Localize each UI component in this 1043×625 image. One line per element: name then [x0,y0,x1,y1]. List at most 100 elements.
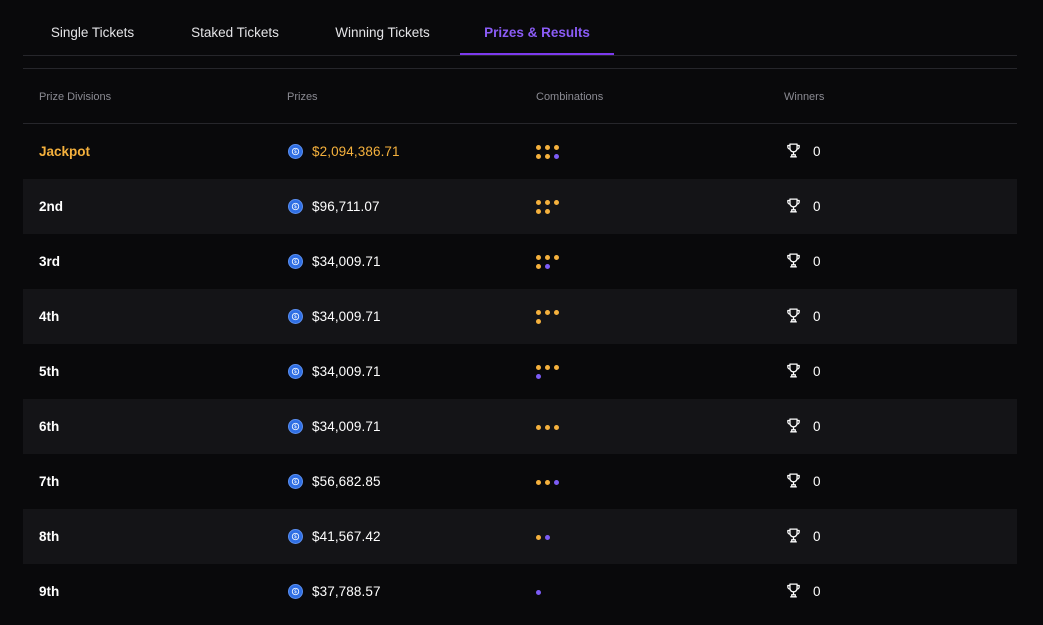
main-ball-dot [545,364,550,370]
table-row: 6th $ $34,009.71 0 [23,399,1017,454]
main-ball-dot [536,534,541,540]
main-ball-dot [536,254,541,260]
bonus-ball-dot [545,263,550,269]
combination-dots [536,362,566,382]
main-ball-dot [536,364,541,370]
usdc-coin-icon: $ [288,584,303,599]
trophy-icon [785,582,802,602]
prize-division: 8th [39,529,60,544]
prizes-results-page: Single Tickets Staked Tickets Winning Ti… [0,0,1043,625]
main-ball-dot [554,144,559,150]
table-row: 7th $ $56,682.85 0 [23,454,1017,509]
winners-count: 0 [813,474,821,489]
main-ball-dot [536,309,541,315]
main-ball-dot [545,144,550,150]
combination-cell [536,399,566,454]
main-ball-dot [554,364,559,370]
main-ball-dot [545,254,550,260]
prize-division: 2nd [39,199,64,214]
winners-cell: 0 [785,454,821,509]
combination-cell [536,124,566,179]
header-prize-divisions: Prize Divisions [39,91,112,103]
svg-text:$: $ [294,534,297,540]
table-row: 4th $ $34,009.71 0 [23,289,1017,344]
header-combinations: Combinations [536,91,604,103]
winners-count: 0 [813,584,821,599]
combination-dots [536,142,566,162]
combination-dots [536,252,566,272]
table-row: 8th $ $41,567.42 0 [23,509,1017,564]
bonus-ball-dot [554,479,559,485]
trophy-icon [785,527,802,547]
combination-cell [536,289,566,344]
tab-staked-tickets[interactable]: Staked Tickets [175,0,295,55]
prize-division: Jackpot [39,144,91,159]
combination-dots [536,197,566,217]
prize-cell: $ $37,788.57 [288,564,381,619]
main-ball-dot [545,153,550,159]
prize-amount: $96,711.07 [312,199,380,214]
winners-cell: 0 [785,289,821,344]
prize-table: Prize Divisions Prizes Combinations Winn… [23,68,1017,619]
table-row: 5th $ $34,009.71 0 [23,344,1017,399]
main-ball-dot [545,208,550,214]
trophy-icon [785,417,802,437]
usdc-coin-icon: $ [288,254,303,269]
prize-division: 6th [39,419,60,434]
prize-cell: $ $96,711.07 [288,179,380,234]
usdc-coin-icon: $ [288,529,303,544]
prize-amount: $41,567.42 [312,529,381,544]
combination-cell [536,564,566,619]
prize-amount: $34,009.71 [312,364,381,379]
table-row: 9th $ $37,788.57 0 [23,564,1017,619]
winners-count: 0 [813,254,821,269]
main-ball-dot [545,309,550,315]
prize-amount: $34,009.71 [312,419,381,434]
svg-text:$: $ [294,204,297,210]
svg-text:$: $ [294,314,297,320]
svg-text:$: $ [294,424,297,430]
main-ball-dot [554,309,559,315]
bonus-ball-dot [545,534,550,540]
tab-prizes-results[interactable]: Prizes & Results [460,0,614,55]
table-row: 3rd $ $34,009.71 0 [23,234,1017,289]
prize-cell: $ $34,009.71 [288,234,381,289]
trophy-icon [785,197,802,217]
winners-cell: 0 [785,124,821,179]
winners-count: 0 [813,309,821,324]
main-ball-dot [536,263,541,269]
prize-division: 9th [39,584,60,599]
winners-count: 0 [813,364,821,379]
header-prizes: Prizes [287,91,318,103]
winners-count: 0 [813,144,821,159]
prize-amount: $34,009.71 [312,309,381,324]
tab-winning-tickets[interactable]: Winning Tickets [320,0,445,55]
winners-count: 0 [813,529,821,544]
main-ball-dot [536,424,541,430]
prize-cell: $ $2,094,386.71 [288,124,400,179]
usdc-coin-icon: $ [288,419,303,434]
main-ball-dot [554,254,559,260]
trophy-icon [785,307,802,327]
combination-cell [536,454,566,509]
prize-amount: $34,009.71 [312,254,381,269]
table-row: Jackpot $ $2,094,386.71 0 [23,124,1017,179]
winners-count: 0 [813,199,821,214]
prize-cell: $ $34,009.71 [288,399,381,454]
svg-text:$: $ [294,259,297,265]
prize-cell: $ $41,567.42 [288,509,381,564]
usdc-coin-icon: $ [288,144,303,159]
combination-dots [536,307,566,327]
header-winners: Winners [784,91,825,103]
prize-amount: $2,094,386.71 [312,144,400,159]
prize-division: 3rd [39,254,61,269]
prize-cell: $ $34,009.71 [288,289,381,344]
main-ball-dot [536,208,541,214]
table-header: Prize Divisions Prizes Combinations Winn… [23,69,1017,124]
prize-division: 5th [39,364,60,379]
svg-text:$: $ [294,149,297,155]
bonus-ball-dot [536,373,541,379]
tab-single-tickets[interactable]: Single Tickets [23,0,162,55]
prize-cell: $ $56,682.85 [288,454,381,509]
usdc-coin-icon: $ [288,309,303,324]
